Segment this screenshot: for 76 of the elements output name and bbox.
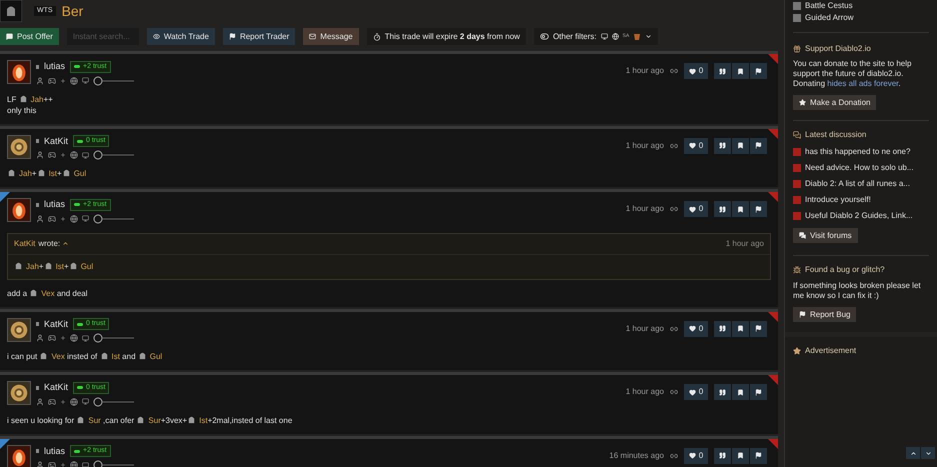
item-link[interactable]: Battle Cestus xyxy=(805,0,853,12)
message-text: ,can ofer xyxy=(102,416,136,424)
post-time: 1 hour ago xyxy=(626,203,664,215)
rune-name[interactable]: Sur xyxy=(88,416,101,424)
filters-label: Other filters: xyxy=(552,30,597,42)
rune-name[interactable]: Ist xyxy=(199,416,208,424)
message-text: LF xyxy=(7,94,18,104)
username[interactable]: lutias xyxy=(44,60,66,74)
rune-name[interactable]: Gul xyxy=(150,352,162,361)
report-bug-button[interactable]: Report Bug xyxy=(793,307,856,322)
quote-author[interactable]: KatKit xyxy=(14,238,36,250)
message-text: +2mal,insted of last one xyxy=(208,416,292,424)
item-title: Ber xyxy=(62,2,84,20)
support-text: You can donate to the site to help support the future of diablo2.io. Donating hides all ads forever. xyxy=(793,59,912,89)
topic-link[interactable]: Need advice. How to solo ub... xyxy=(805,162,914,174)
rune-name[interactable]: Jah xyxy=(26,262,39,270)
rune-name[interactable]: Sur xyxy=(148,416,161,424)
topic-link[interactable]: Introduce yourself! xyxy=(805,194,871,206)
quote-label: wrote: xyxy=(38,238,60,250)
message-text: i seen u looking for xyxy=(7,416,76,424)
username[interactable]: KatKit xyxy=(44,318,68,331)
username[interactable]: KatKit xyxy=(44,381,68,394)
message-text: insted of xyxy=(66,352,98,361)
rune-name[interactable]: Gul xyxy=(80,262,94,270)
message-text: + xyxy=(57,169,62,178)
rune-name[interactable]: Gul xyxy=(74,169,86,178)
post-time: 1 hour ago xyxy=(626,65,664,77)
rune-name[interactable]: Jah xyxy=(30,94,44,104)
message-button[interactable]: Message xyxy=(303,28,359,45)
message-text: + xyxy=(32,169,37,178)
search-field[interactable]: Instant search... xyxy=(66,28,139,45)
topic-link[interactable]: has this happened to ne one? xyxy=(805,146,910,158)
post-time: 1 hour ago xyxy=(626,386,664,398)
topic-link[interactable]: Diablo 2: A list of all runes a... xyxy=(805,178,910,190)
message-text: ++ xyxy=(43,94,53,104)
message-text: i can put xyxy=(7,352,38,361)
username[interactable]: lutias xyxy=(44,198,66,212)
watch-trade-button[interactable]: Watch Trade xyxy=(146,28,215,45)
username[interactable]: lutias xyxy=(44,444,66,458)
topic-link[interactable]: Useful Diablo 2 Guides, Link... xyxy=(805,210,913,222)
message-text: and xyxy=(121,352,137,361)
like-button[interactable]: 0 xyxy=(684,448,708,464)
section-title: Advertisement xyxy=(805,345,856,357)
ads-link[interactable]: hides all ads forever xyxy=(827,79,898,88)
message-text: only this xyxy=(7,106,36,114)
message-text: + xyxy=(64,262,69,270)
like-button[interactable]: 0 xyxy=(684,320,708,336)
section-title: Found a bug or glitch? xyxy=(805,264,885,276)
like-button[interactable]: 0 xyxy=(684,201,708,217)
report-trader-button[interactable]: Report Trader xyxy=(222,28,296,45)
message-text: and deal xyxy=(56,288,88,298)
like-button[interactable]: 0 xyxy=(684,138,708,154)
message-text: +3vex+ xyxy=(160,416,188,424)
post-offer-button[interactable]: Post Offer xyxy=(0,28,59,45)
post-time: 16 minutes ago xyxy=(609,450,664,462)
like-button[interactable]: 0 xyxy=(684,63,708,79)
rune-name[interactable]: Ist xyxy=(56,262,64,270)
post-time: 1 hour ago xyxy=(626,322,664,334)
donate-button[interactable]: Make a Donation xyxy=(793,95,876,110)
like-button[interactable]: 0 xyxy=(684,384,708,400)
post-time: 1 hour ago xyxy=(626,140,664,152)
rune-name[interactable]: Ist xyxy=(48,169,58,178)
section-title: Latest discussion xyxy=(805,129,866,141)
rune-name[interactable]: Vex xyxy=(51,352,65,361)
rune-name[interactable]: Ist xyxy=(112,352,120,361)
rune-name[interactable]: Jah xyxy=(19,169,32,178)
username[interactable]: KatKit xyxy=(44,134,68,148)
expiry-text: This trade will expire 2 days from now xyxy=(384,30,520,42)
message-text: add a xyxy=(7,288,28,298)
bug-text: If something looks broken please let me know so I can fix it :) xyxy=(793,281,922,301)
section-title: Support Diablo2.io xyxy=(805,43,871,55)
visit-forums-button[interactable]: Visit forums xyxy=(793,228,858,243)
rune-name[interactable]: Vex xyxy=(41,288,55,298)
quote-time: 1 hour ago xyxy=(726,238,764,250)
message-text: + xyxy=(38,262,44,270)
item-link[interactable]: Guided Arrow xyxy=(805,12,854,24)
